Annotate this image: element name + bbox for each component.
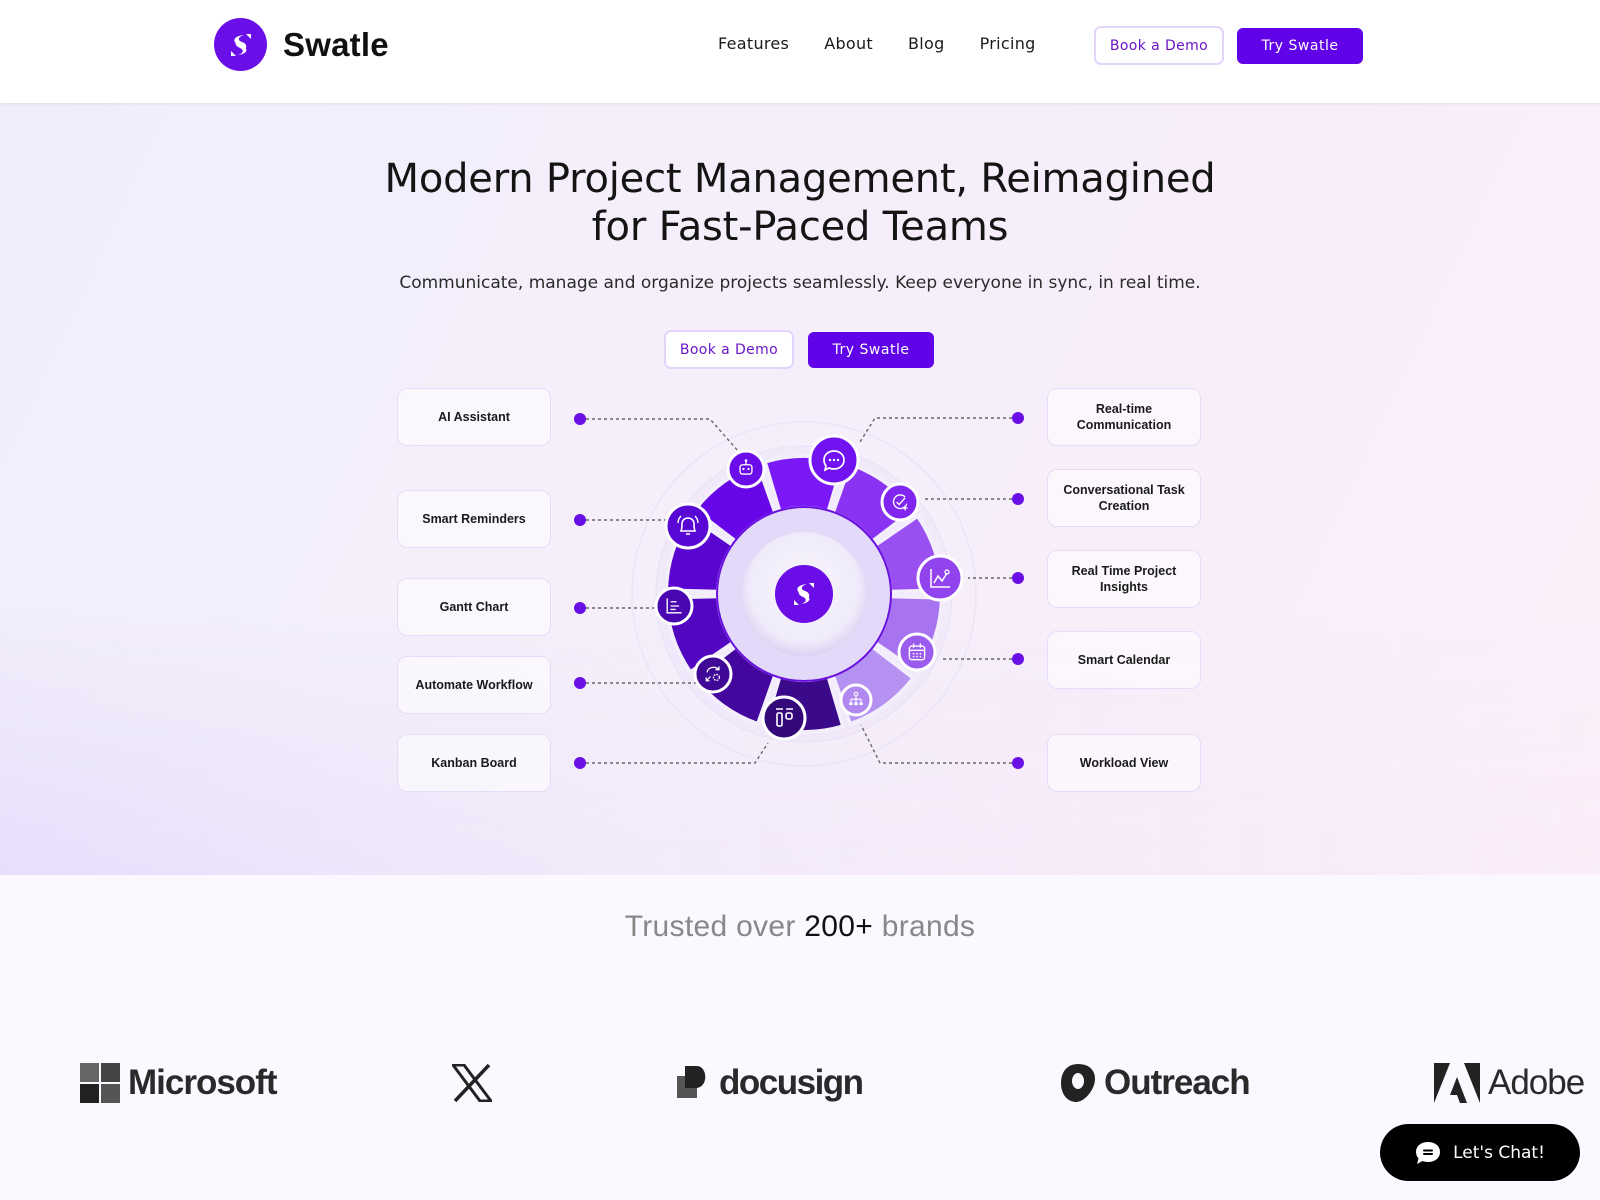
trusted-prefix: Trusted over	[624, 910, 796, 943]
trusted-count: 200+	[804, 910, 874, 943]
brand-name: Swatle	[283, 25, 389, 63]
header-try-swatle-button[interactable]: Try Swatle	[1237, 28, 1363, 64]
icon-node-circle	[664, 502, 712, 550]
hero-section: Modern Project Management, Reimagined fo…	[0, 103, 1600, 875]
line-chart-icon[interactable]	[916, 554, 964, 602]
bell-icon[interactable]	[664, 502, 712, 550]
connector-line	[860, 724, 1018, 764]
brand-name-docusign: docusign	[719, 1063, 864, 1102]
connector-dot	[574, 757, 586, 769]
feature-card-ai-assistant[interactable]: AI Assistant	[397, 388, 551, 446]
feature-card-real-time-project-insights[interactable]: Real Time Project Insights	[1047, 550, 1201, 608]
connector-dot	[574, 602, 586, 614]
kanban-icon[interactable]	[761, 695, 807, 741]
connector-dot	[1012, 493, 1024, 505]
feature-card-smart-reminders[interactable]: Smart Reminders	[397, 490, 551, 548]
adobe-logo-icon	[1434, 1063, 1480, 1103]
robot-icon[interactable]	[726, 449, 766, 489]
brand-outreach: Outreach	[1060, 1060, 1251, 1106]
feature-wheel-diagram	[574, 412, 1024, 769]
icon-node-circle	[880, 482, 920, 522]
connector-line	[580, 418, 747, 461]
feature-card-gantt-chart[interactable]: Gantt Chart	[397, 578, 551, 636]
outreach-logo-icon	[1061, 1064, 1095, 1102]
connector-dot	[574, 413, 586, 425]
connector-line	[859, 417, 1018, 443]
chat-widget-label: Let's Chat!	[1453, 1142, 1545, 1163]
connector-dot	[574, 514, 586, 526]
docusign-logo-icon	[677, 1066, 706, 1098]
site-header: Swatle Features About Blog Pricing Book …	[0, 0, 1600, 103]
microsoft-logo-icon	[80, 1063, 120, 1103]
calendar-icon[interactable]	[897, 632, 937, 672]
swatle-logo-icon	[214, 18, 267, 71]
icon-node-circle	[726, 449, 766, 489]
icon-node-circle	[897, 632, 937, 672]
brand-logo[interactable]: Swatle	[214, 18, 389, 71]
task-add-icon[interactable]	[880, 482, 920, 522]
main-nav: Features About Blog Pricing	[718, 34, 1036, 53]
connector-dot	[1012, 572, 1024, 584]
trusted-suffix: brands	[881, 910, 976, 943]
connector-dot	[1012, 412, 1024, 424]
connector-dot	[574, 677, 586, 689]
nav-blog[interactable]: Blog	[908, 34, 945, 53]
nav-pricing[interactable]: Pricing	[980, 34, 1036, 53]
chat-widget-button[interactable]: Let's Chat!	[1380, 1124, 1580, 1181]
automation-icon[interactable]	[693, 654, 733, 694]
trusted-heading: Trusted over 200+ brands	[0, 910, 1600, 944]
brand-x	[452, 1060, 492, 1106]
brand-microsoft: Microsoft	[80, 1060, 277, 1106]
feature-card-smart-calendar[interactable]: Smart Calendar	[1047, 631, 1201, 689]
brand-name-microsoft: Microsoft	[128, 1063, 277, 1102]
brand-name-adobe: Adobe	[1488, 1063, 1585, 1102]
feature-card-workload-view[interactable]: Workload View	[1047, 734, 1201, 792]
feature-card-conversational-task-creation[interactable]: Conversational Task Creation	[1047, 469, 1201, 527]
brand-name-outreach: Outreach	[1104, 1063, 1251, 1102]
icon-node-circle	[761, 695, 807, 741]
brand-adobe: Adobe	[1434, 1060, 1585, 1106]
header-book-demo-button[interactable]: Book a Demo	[1094, 26, 1224, 65]
x-logo-icon	[452, 1064, 492, 1102]
nav-about[interactable]: About	[824, 34, 873, 53]
icon-node-circle	[693, 654, 733, 694]
connector-dot	[1012, 757, 1024, 769]
feature-card-automate-workflow[interactable]: Automate Workflow	[397, 656, 551, 714]
gantt-icon[interactable]	[654, 586, 694, 626]
hierarchy-icon[interactable]	[839, 683, 873, 717]
connector-dot	[1012, 653, 1024, 665]
chat-bubble-icon[interactable]	[808, 434, 860, 486]
feature-card-real-time-communication[interactable]: Real-time Communication	[1047, 388, 1201, 446]
feature-card-kanban-board[interactable]: Kanban Board	[397, 734, 551, 792]
nav-features[interactable]: Features	[718, 34, 789, 53]
brand-docusign: docusign	[677, 1060, 864, 1106]
chat-icon	[1416, 1141, 1441, 1164]
